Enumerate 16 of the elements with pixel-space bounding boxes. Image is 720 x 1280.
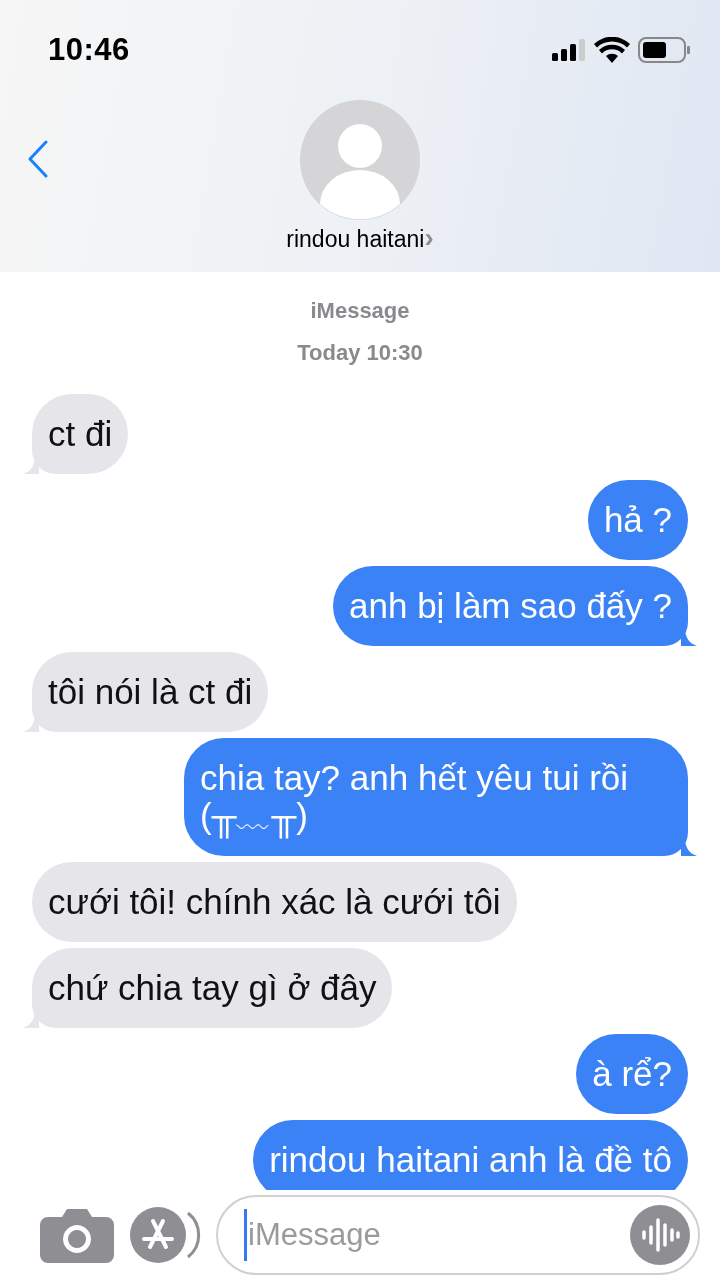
status-time: 10:46 [48, 32, 130, 68]
service-label: iMessage [310, 298, 410, 324]
camera-icon[interactable] [40, 1207, 114, 1263]
message-bubble: à rể? [576, 1034, 688, 1114]
message-bubble: rindou haitani anh là đề tô [253, 1120, 688, 1190]
battery-icon [638, 37, 690, 63]
voice-icon[interactable] [630, 1205, 690, 1265]
message-bubble: cưới tôi! chính xác là cưới tôi [32, 862, 517, 942]
contact-name[interactable]: rindou haitani [286, 226, 425, 253]
message-input-field[interactable]: iMessage [216, 1195, 700, 1275]
signal-icon [552, 39, 586, 61]
message-timestamp: Today 10:30 [297, 340, 423, 366]
back-icon[interactable] [27, 140, 49, 178]
text-cursor [244, 1209, 247, 1261]
message-bubble: hả ? [587, 480, 688, 560]
wifi-icon [594, 37, 630, 63]
